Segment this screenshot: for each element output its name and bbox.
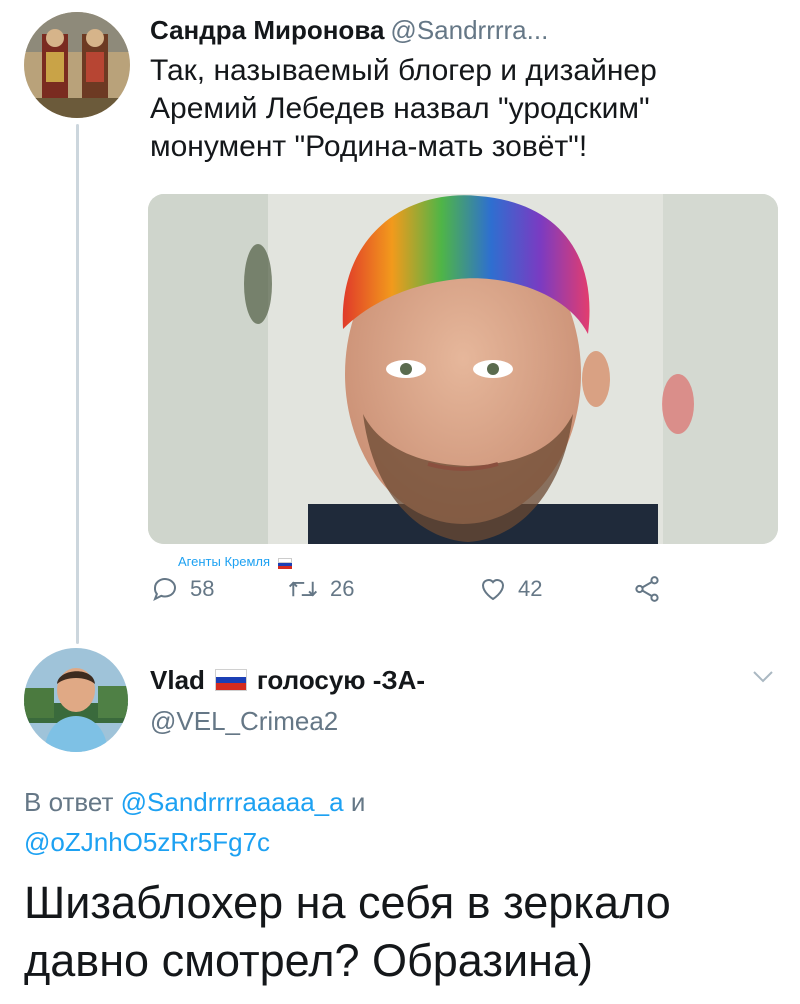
reply-tweet-text: Шизаблохер на себя в зеркало давно смотр… <box>24 877 671 986</box>
reply-author-line: Vlad голосую -ЗА- <box>150 664 425 696</box>
more-options-button[interactable] <box>752 670 774 689</box>
retweet-button[interactable]: 26 <box>286 574 354 604</box>
thread-connector-line <box>76 124 79 644</box>
avatar[interactable] <box>24 12 130 118</box>
reply-avatar[interactable] <box>24 648 128 752</box>
share-icon <box>635 576 659 602</box>
mention-link-2[interactable]: @oZJnhO5zRr5Fg7c <box>24 827 270 857</box>
reply-display-name[interactable]: Vlad <box>150 664 205 696</box>
author-handle[interactable]: @Sandrrrra... <box>390 15 548 45</box>
reply-name-suffix[interactable]: голосую -ЗА- <box>257 664 425 696</box>
share-button[interactable] <box>632 574 662 604</box>
chevron-down-icon <box>753 671 773 683</box>
photo-portrait <box>148 194 778 544</box>
replying-to-prefix: В ответ <box>24 787 114 817</box>
russia-flag-icon <box>277 558 292 570</box>
replying-to-conjunction: и <box>350 787 366 817</box>
retweet-count: 26 <box>330 576 355 601</box>
replying-to-line: В ответ @Sandrrrraaaaa_a и @oZJnhO5zRr5F… <box>24 782 784 862</box>
retweet-icon <box>288 581 318 597</box>
avatar-image <box>24 12 130 118</box>
russia-flag-icon <box>214 669 247 691</box>
watermark-text: Агенты Кремля <box>178 554 292 570</box>
mention-link-1[interactable]: @Sandrrrraaaaa_a <box>121 787 344 817</box>
like-count: 42 <box>518 576 543 601</box>
reply-count: 58 <box>190 576 215 601</box>
reply-icon <box>153 578 176 602</box>
heart-icon <box>481 579 505 601</box>
tweet-author-line: Сандра Миронова @Sandrrrra... <box>150 14 548 46</box>
reply-button[interactable]: 58 <box>150 574 214 604</box>
tweet-text: Так, называемый блогер и дизайнер Аремий… <box>150 54 657 163</box>
author-display-name[interactable]: Сандра Миронова <box>150 15 384 45</box>
reply-author-handle[interactable]: @VEL_Crimea2 <box>150 706 338 737</box>
reply-avatar-image <box>24 648 128 752</box>
like-button[interactable]: 42 <box>478 574 542 604</box>
watermark-label: Агенты Кремля <box>178 554 271 569</box>
tweet-media-image[interactable] <box>148 194 778 544</box>
